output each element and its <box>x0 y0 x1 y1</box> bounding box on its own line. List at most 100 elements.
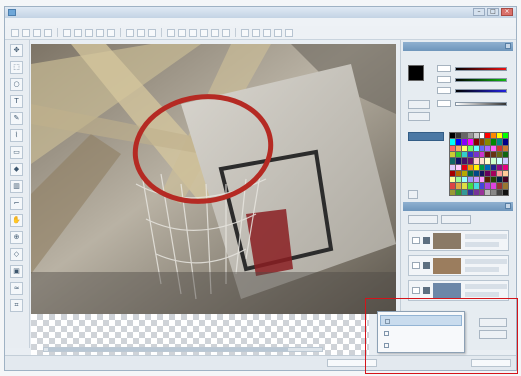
palette-swatch[interactable] <box>485 158 491 164</box>
palette-swatch[interactable] <box>473 158 479 164</box>
palette-swatch[interactable] <box>461 139 467 145</box>
toolbar-button[interactable] <box>96 28 104 37</box>
palette-swatch[interactable] <box>485 145 491 151</box>
palette-swatch[interactable] <box>503 158 508 164</box>
palette-swatch[interactable] <box>497 170 503 177</box>
palette-swatch[interactable] <box>467 164 473 170</box>
palette-swatch[interactable] <box>479 139 485 145</box>
palette-swatch[interactable] <box>491 177 497 183</box>
palette-swatch[interactable] <box>473 151 479 158</box>
red-slider[interactable] <box>455 67 507 71</box>
palette-swatch[interactable] <box>503 183 508 189</box>
palette-menu-button[interactable] <box>408 190 418 199</box>
palette-swatch[interactable] <box>503 177 508 183</box>
hand-icon[interactable]: ✋ <box>10 214 23 227</box>
palette-swatch[interactable] <box>473 164 479 170</box>
crop-icon[interactable]: ⌗ <box>10 299 23 312</box>
palette-swatch[interactable] <box>497 139 503 145</box>
toolbar-button[interactable] <box>167 28 175 37</box>
toolbar-button[interactable] <box>11 28 19 37</box>
close-button[interactable]: × <box>501 8 513 16</box>
palette-swatch[interactable] <box>473 189 479 195</box>
red-value-field[interactable] <box>437 65 451 72</box>
layer-option-button[interactable] <box>479 318 507 327</box>
layer-row[interactable] <box>408 255 509 276</box>
palette-swatch[interactable] <box>491 164 497 170</box>
toolbar-button[interactable] <box>148 28 156 37</box>
layer-option-button[interactable] <box>479 330 507 339</box>
palette-swatch[interactable] <box>479 164 485 170</box>
close-icon[interactable] <box>505 203 511 209</box>
toolbar-button[interactable] <box>241 28 249 37</box>
toolbar-button[interactable] <box>211 28 219 37</box>
green-value-field[interactable] <box>437 76 451 83</box>
palette-swatch[interactable] <box>485 170 491 177</box>
select-icon[interactable]: ⬚ <box>10 61 23 74</box>
zoom-icon[interactable]: ⊕ <box>10 231 23 244</box>
palette-swatch[interactable] <box>497 145 503 151</box>
palette-swatch[interactable] <box>461 177 467 183</box>
minimize-button[interactable]: – <box>473 8 485 16</box>
palette-swatch[interactable] <box>497 177 503 183</box>
palette-swatch[interactable] <box>467 183 473 189</box>
brush-icon[interactable]: ⌇ <box>10 129 23 142</box>
toolbar-button[interactable] <box>137 28 145 37</box>
palette-swatch[interactable] <box>450 139 455 145</box>
palette-swatch[interactable] <box>497 183 503 189</box>
palette-swatch[interactable] <box>485 164 491 170</box>
palette-swatch[interactable] <box>479 151 485 158</box>
palette-swatch[interactable] <box>479 189 485 195</box>
palette-swatch[interactable] <box>473 183 479 189</box>
palette-swatch[interactable] <box>491 133 497 139</box>
maximize-button[interactable]: □ <box>487 8 499 16</box>
toolbar-button[interactable] <box>222 28 230 37</box>
pencil-icon[interactable]: ✎ <box>10 112 23 125</box>
palette-swatch[interactable] <box>473 139 479 145</box>
palette-swatch[interactable] <box>461 133 467 139</box>
gradient-icon[interactable]: ▥ <box>10 180 23 193</box>
blue-value-field[interactable] <box>437 87 451 94</box>
palette-swatch[interactable] <box>455 164 461 170</box>
palette-swatch[interactable] <box>461 183 467 189</box>
palette-swatch[interactable] <box>503 151 508 158</box>
palette-swatch[interactable] <box>485 133 491 139</box>
palette-swatch[interactable] <box>479 177 485 183</box>
context-menu-item[interactable] <box>380 328 462 339</box>
palette-swatch[interactable] <box>455 145 461 151</box>
lock-icon[interactable] <box>423 237 430 244</box>
toolbar-button[interactable] <box>126 28 134 37</box>
palette-swatch[interactable] <box>485 139 491 145</box>
palette-swatch[interactable] <box>497 189 503 195</box>
palette-swatch[interactable] <box>497 151 503 158</box>
toolbar-button[interactable] <box>274 28 282 37</box>
palette-swatch[interactable] <box>497 133 503 139</box>
palette-swatch[interactable] <box>461 170 467 177</box>
opacity-value-field[interactable] <box>437 100 451 107</box>
palette-swatch[interactable] <box>503 164 508 170</box>
palette-swatch[interactable] <box>479 158 485 164</box>
palette-swatch[interactable] <box>473 177 479 183</box>
palette-swatch[interactable] <box>485 189 491 195</box>
palette-swatch[interactable] <box>450 177 455 183</box>
palette-swatch[interactable] <box>450 158 455 164</box>
palette-swatch[interactable] <box>491 170 497 177</box>
palette-swatch[interactable] <box>491 189 497 195</box>
palette-swatch[interactable] <box>503 170 508 177</box>
palette-swatch[interactable] <box>491 183 497 189</box>
palette-swatch[interactable] <box>450 183 455 189</box>
context-menu-item[interactable] <box>380 340 462 351</box>
palette-swatch[interactable] <box>479 145 485 151</box>
palette-swatch[interactable] <box>491 139 497 145</box>
palette-swatch[interactable] <box>491 151 497 158</box>
palette-swatch[interactable] <box>450 133 455 139</box>
toolbar-button[interactable] <box>107 28 115 37</box>
palette-swatch[interactable] <box>485 151 491 158</box>
palette-swatch[interactable] <box>455 151 461 158</box>
palette-swatch[interactable] <box>455 189 461 195</box>
toolbar-button[interactable] <box>200 28 208 37</box>
palette-swatch[interactable] <box>503 189 508 195</box>
palette-swatch[interactable] <box>455 170 461 177</box>
toolbar-button[interactable] <box>85 28 93 37</box>
scrollbar-thumb[interactable] <box>48 348 288 351</box>
eye-icon[interactable] <box>412 262 420 269</box>
